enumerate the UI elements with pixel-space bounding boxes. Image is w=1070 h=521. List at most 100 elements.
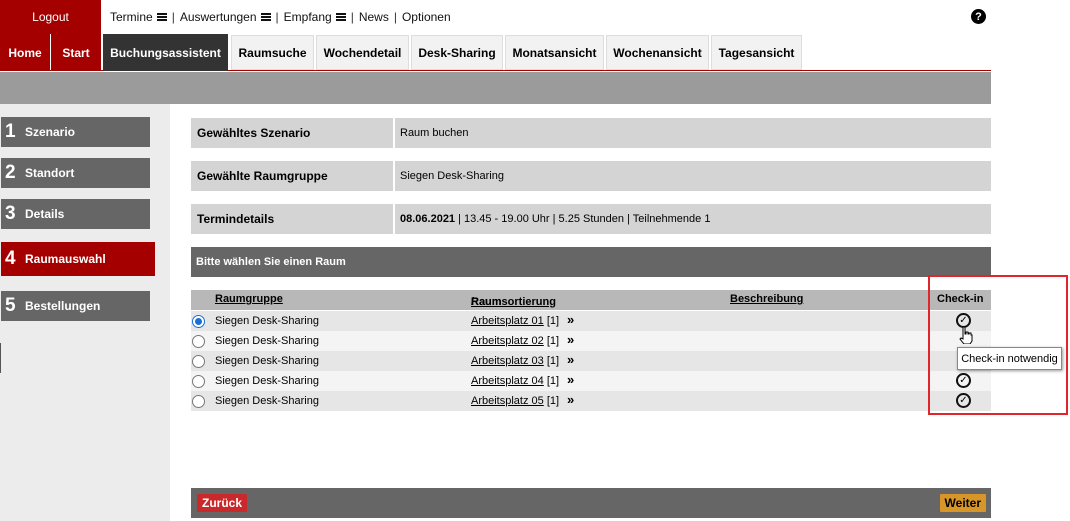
step-label: Standort xyxy=(25,166,75,180)
room-capacity: [1] xyxy=(546,355,560,367)
row-room: Arbeitsplatz 03 [1] xyxy=(471,355,559,367)
step-raumauswahl[interactable]: 4 Raumauswahl xyxy=(1,242,155,276)
room-radio[interactable] xyxy=(192,375,205,388)
row-group: Siegen Desk-Sharing xyxy=(215,355,319,367)
room-selection-header: Bitte wählen Sie einen Raum xyxy=(191,247,991,277)
room-radio[interactable] xyxy=(192,335,205,348)
step-label: Szenario xyxy=(25,125,76,139)
row-room: Arbeitsplatz 04 [1] xyxy=(471,375,559,387)
back-button[interactable]: Zurück xyxy=(197,494,248,512)
step-number: 1 xyxy=(5,121,16,142)
table-row: Siegen Desk-Sharing Arbeitsplatz 04 [1] … xyxy=(191,371,991,391)
row-group: Siegen Desk-Sharing xyxy=(215,335,319,347)
double-chevron-icon[interactable]: » xyxy=(567,332,574,347)
info-raumgruppe: Gewählte Raumgruppe Siegen Desk-Sharing xyxy=(191,161,991,191)
step-szenario[interactable]: 1 Szenario xyxy=(1,117,150,147)
menu-empfang[interactable]: Empfang xyxy=(284,10,346,24)
row-group: Siegen Desk-Sharing xyxy=(215,315,319,327)
room-link[interactable]: Arbeitsplatz 01 xyxy=(471,315,544,327)
highlight-box xyxy=(928,275,1068,415)
info-key: Gewählte Raumgruppe xyxy=(191,161,395,191)
step-number: 5 xyxy=(5,295,16,316)
row-room: Arbeitsplatz 05 [1] xyxy=(471,395,559,407)
room-link[interactable]: Arbeitsplatz 05 xyxy=(471,395,544,407)
tab-raumsuche[interactable]: Raumsuche xyxy=(231,35,314,70)
table-row: Siegen Desk-Sharing Arbeitsplatz 05 [1] … xyxy=(191,391,991,411)
double-chevron-icon[interactable]: » xyxy=(567,352,574,367)
room-capacity: [1] xyxy=(546,335,560,347)
step-details[interactable]: 3 Details xyxy=(1,199,150,229)
logout-button[interactable]: Logout xyxy=(0,0,101,34)
hamburger-icon xyxy=(260,13,271,21)
info-key: Gewähltes Szenario xyxy=(191,118,395,148)
info-szenario: Gewähltes Szenario Raum buchen xyxy=(191,118,991,148)
double-chevron-icon[interactable]: » xyxy=(567,312,574,327)
menu-separator: | xyxy=(275,10,279,24)
menu-optionen[interactable]: Optionen xyxy=(402,10,451,24)
main-tabs: Home Start Buchungsassistent Raumsuche W… xyxy=(0,34,991,71)
next-button[interactable]: Weiter xyxy=(939,494,986,512)
hamburger-icon xyxy=(335,13,346,21)
step-number: 4 xyxy=(5,248,16,269)
double-chevron-icon[interactable]: » xyxy=(567,392,574,407)
tab-buchungsassistent[interactable]: Buchungsassistent xyxy=(103,34,228,71)
col-beschreibung[interactable]: Beschreibung xyxy=(730,293,803,305)
termin-details: | 13.45 - 19.00 Uhr | 5.25 Stunden | Tei… xyxy=(458,213,711,225)
tab-start[interactable]: Start xyxy=(51,34,101,71)
info-key: Termindetails xyxy=(191,204,395,234)
hamburger-icon xyxy=(156,13,167,21)
info-value: Raum buchen xyxy=(400,127,469,139)
info-termindetails: Termindetails 08.06.2021 | 13.45 - 19.00 … xyxy=(191,204,991,234)
tab-monatsansicht[interactable]: Monatsansicht xyxy=(505,35,604,70)
table-row: Siegen Desk-Sharing Arbeitsplatz 01 [1] … xyxy=(191,311,991,331)
step-label: Raumauswahl xyxy=(25,252,106,266)
room-link[interactable]: Arbeitsplatz 03 xyxy=(471,355,544,367)
sidebar-divider xyxy=(0,343,1,373)
room-radio[interactable] xyxy=(192,395,205,408)
table-row: Siegen Desk-Sharing Arbeitsplatz 02 [1] … xyxy=(191,331,991,351)
step-standort[interactable]: 2 Standort xyxy=(1,158,150,188)
menu-news[interactable]: News xyxy=(359,10,389,24)
menu-termine[interactable]: Termine xyxy=(110,10,167,24)
menu-auswertungen-label: Auswertungen xyxy=(179,10,257,24)
footer-bar: Zurück Weiter xyxy=(191,488,991,518)
room-capacity: [1] xyxy=(546,315,560,327)
menu-separator: | xyxy=(350,10,354,24)
room-table-header: Raumgruppe Raum / Raumsortierung Beschre… xyxy=(191,290,991,310)
info-value: 08.06.2021 | 13.45 - 19.00 Uhr | 5.25 Stu… xyxy=(395,204,991,234)
step-bestellungen[interactable]: 5 Bestellungen xyxy=(1,291,150,321)
room-radio[interactable] xyxy=(192,315,205,328)
tab-wochenansicht[interactable]: Wochenansicht xyxy=(606,35,709,70)
row-room: Arbeitsplatz 01 [1] xyxy=(471,315,559,327)
col-raumgruppe[interactable]: Raumgruppe xyxy=(215,293,283,305)
hand-cursor-icon xyxy=(959,326,973,344)
room-capacity: [1] xyxy=(546,375,560,387)
room-link[interactable]: Arbeitsplatz 04 xyxy=(471,375,544,387)
tab-desk-sharing[interactable]: Desk-Sharing xyxy=(411,35,503,70)
top-menu: Termine | Auswertungen | Empfang | News … xyxy=(110,0,451,34)
tab-tagesansicht[interactable]: Tagesansicht xyxy=(711,35,802,70)
row-group: Siegen Desk-Sharing xyxy=(215,375,319,387)
menu-separator: | xyxy=(171,10,175,24)
room-capacity: [1] xyxy=(546,395,560,407)
col-raumsortierung[interactable]: Raumsortierung xyxy=(471,296,556,308)
menu-termine-label: Termine xyxy=(110,10,153,24)
row-room: Arbeitsplatz 02 [1] xyxy=(471,335,559,347)
room-link[interactable]: Arbeitsplatz 02 xyxy=(471,335,544,347)
subheader-bar xyxy=(0,72,991,104)
menu-empfang-label: Empfang xyxy=(283,10,332,24)
info-value: Siegen Desk-Sharing xyxy=(400,170,504,182)
checkin-tooltip: Check-in notwendig xyxy=(957,347,1062,370)
step-label: Details xyxy=(25,207,65,221)
tab-home[interactable]: Home xyxy=(0,34,50,71)
step-number: 2 xyxy=(5,162,16,183)
menu-separator: | xyxy=(393,10,397,24)
table-row: Siegen Desk-Sharing Arbeitsplatz 03 [1] … xyxy=(191,351,991,371)
room-radio[interactable] xyxy=(192,355,205,368)
double-chevron-icon[interactable]: » xyxy=(567,372,574,387)
tab-wochendetail[interactable]: Wochendetail xyxy=(316,35,409,70)
help-icon[interactable]: ? xyxy=(971,9,986,24)
row-group: Siegen Desk-Sharing xyxy=(215,395,319,407)
menu-auswertungen[interactable]: Auswertungen xyxy=(180,10,271,24)
step-label: Bestellungen xyxy=(25,299,101,313)
